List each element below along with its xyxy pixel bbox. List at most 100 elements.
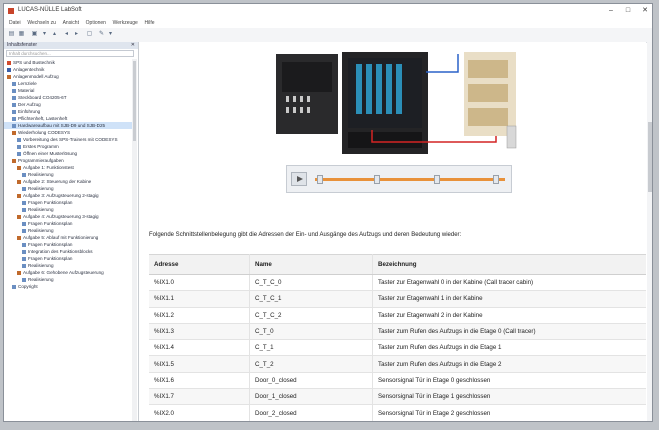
page-icon xyxy=(17,193,21,198)
table-row: %IX1.0 C_T_C_0 Taster zur Etagenwahl 0 in … xyxy=(149,274,646,292)
cell-bezeichnung: Taster zum Rufen des Aufzugs in die Etag… xyxy=(372,323,646,341)
page-icon xyxy=(17,165,21,170)
tree-item-label: Anlagenmodell Aufzug xyxy=(13,74,59,79)
tree-item[interactable]: Aufgabe 1: Funktionstest xyxy=(4,164,132,171)
tree-item[interactable]: Copyright xyxy=(4,283,132,290)
tree-item[interactable]: Erstes Programm xyxy=(4,143,132,150)
menu-ansicht[interactable]: Ansicht xyxy=(63,18,79,28)
tree-item[interactable]: Einführung xyxy=(4,108,132,115)
cell-name: C_T_1 xyxy=(249,339,373,357)
cell-adresse: %IX1.2 xyxy=(149,307,250,324)
forward-icon[interactable]: ▸ xyxy=(73,31,80,38)
close-button[interactable]: ✕ xyxy=(639,6,651,16)
tree-item[interactable]: Anlagentechnik xyxy=(4,66,132,73)
tree-item[interactable]: Integration des Funktionsblocks xyxy=(4,248,132,255)
sidebar-scrollbar[interactable] xyxy=(132,59,137,421)
tree-item[interactable]: Realisierung xyxy=(4,171,132,178)
sidebar-scroll-thumb[interactable] xyxy=(133,61,136,141)
tree-item-label: Einführung xyxy=(18,109,41,114)
play-button[interactable] xyxy=(291,172,307,186)
cell-adresse: %IX1.1 xyxy=(149,290,250,308)
menu-werkzeuge[interactable]: Werkzeuge xyxy=(113,18,138,28)
tree-item-label: Aufgabe 3: Aufzugsteuerung 2-stagig xyxy=(23,193,99,198)
tree-item[interactable]: Fragen Funktionsplan xyxy=(4,199,132,206)
cell-adresse: %IX1.0 xyxy=(149,274,250,292)
minimize-button[interactable]: – xyxy=(605,6,617,16)
table-row: %IX1.4 C_T_1 Taster zum Rufen des Aufzugs … xyxy=(149,339,646,357)
tree-item[interactable]: Realisierung xyxy=(4,206,132,213)
menu-wechseln-zu[interactable]: Wechseln zu xyxy=(27,18,56,28)
page-icon xyxy=(17,144,21,149)
page-icon xyxy=(22,277,26,282)
maximize-button[interactable]: □ xyxy=(622,6,634,16)
page-icon xyxy=(17,179,21,184)
timeline-marker[interactable] xyxy=(493,175,499,184)
media-player xyxy=(286,165,512,193)
grid-icon[interactable]: ▦ xyxy=(18,31,25,38)
tree-item[interactable]: Hardwareaufbau mit SJB-D9 und SJB-D25 xyxy=(4,122,132,129)
tree-item[interactable]: Fragen Funktionsplan xyxy=(4,241,132,248)
pen-icon[interactable]: ✎ xyxy=(98,31,105,38)
tree-item[interactable]: Programmieraufgaben xyxy=(4,157,132,164)
cell-adresse: %IX1.5 xyxy=(149,355,250,373)
tree-item[interactable]: Der Aufzug xyxy=(4,101,132,108)
cell-name: C_T_C_1 xyxy=(249,290,373,308)
print-icon[interactable]: ▣ xyxy=(31,31,38,38)
tree-item[interactable]: Material xyxy=(4,87,132,94)
tree-item[interactable]: Fragen Funktionsplan xyxy=(4,255,132,262)
sidebar-close-icon[interactable]: ✕ xyxy=(131,42,135,49)
nav-up-icon[interactable]: ▴ xyxy=(51,31,58,38)
tree-item-label: Realisierung xyxy=(28,186,54,191)
nav-down-icon[interactable]: ▾ xyxy=(41,31,48,38)
timeline-track[interactable] xyxy=(315,178,505,181)
tree-item[interactable]: Realisierung xyxy=(4,185,132,192)
tree-item[interactable]: Pflichtenheft, Lastenheft xyxy=(4,115,132,122)
timeline-handle[interactable] xyxy=(317,175,323,184)
content-scrollbar[interactable] xyxy=(647,42,652,421)
table-row: %IX1.5 C_T_2 Taster zum Rufen des Aufzugs … xyxy=(149,355,646,373)
tree-item[interactable]: Fragen Funktionsplan xyxy=(4,220,132,227)
tree-item-label: Aufgabe 6: Gehobene Aufzugsteuerung xyxy=(23,270,104,275)
tree-item[interactable]: Aufgabe 5: Ablauf mit Funktionierung xyxy=(4,234,132,241)
tree-item[interactable]: SPS und Bustechnik xyxy=(4,59,132,66)
app-window: LUCAS-NÜLLE LabSoft – □ ✕ Datei Wechseln… xyxy=(3,3,653,422)
tree-item[interactable]: Aufgabe 2: Steuerung der Kabine xyxy=(4,178,132,185)
menu-datei[interactable]: Datei xyxy=(9,18,21,28)
page-icon xyxy=(12,123,16,128)
tree-item[interactable]: Realisierung xyxy=(4,276,132,283)
menu-hilfe[interactable]: Hilfe xyxy=(145,18,155,28)
timeline-marker[interactable] xyxy=(374,175,380,184)
page-icon xyxy=(12,102,16,107)
sidebar-toggle-icon[interactable]: ▤ xyxy=(8,31,15,38)
back-icon[interactable]: ◂ xyxy=(63,31,70,38)
content-scroll-thumb[interactable] xyxy=(648,122,652,192)
screenshot-icon[interactable]: ▢ xyxy=(86,31,93,38)
tree-item[interactable]: Vorbereitung des SPS-Trainers mit CODESY… xyxy=(4,136,132,143)
cell-name: C_T_C_0 xyxy=(249,274,373,292)
page-icon xyxy=(7,74,11,79)
tree-item[interactable]: Steckboard CO4205-6T xyxy=(4,94,132,101)
tree-item[interactable]: Aufgabe 6: Gehobene Aufzugsteuerung xyxy=(4,269,132,276)
tree-item-label: Lernziele xyxy=(18,81,37,86)
tree-item[interactable]: Realisierung xyxy=(4,262,132,269)
tree-item[interactable]: Realisierung xyxy=(4,227,132,234)
window-title: LUCAS-NÜLLE LabSoft xyxy=(18,7,82,13)
menu-optionen[interactable]: Optionen xyxy=(86,18,106,28)
tree-item-label: Der Aufzug xyxy=(18,102,41,107)
tree-item[interactable]: Anlagenmodell Aufzug xyxy=(4,73,132,80)
timeline-marker[interactable] xyxy=(434,175,440,184)
tree-item-label: Pflichtenheft, Lastenheft xyxy=(18,116,68,121)
tree-item[interactable]: Wiederholung CODESYS xyxy=(4,129,132,136)
page-icon xyxy=(7,67,11,72)
tree-item[interactable]: Aufgabe 4: Aufzugsteuerung 3-stagig xyxy=(4,213,132,220)
dropdown-icon[interactable]: ▾ xyxy=(107,31,114,38)
tree-item-label: Integration des Funktionsblocks xyxy=(28,249,93,254)
tree-item-label: Realisierung xyxy=(28,228,54,233)
cell-bezeichnung: Sensorsignal Tür in Etage 1 geschlossen xyxy=(372,388,646,406)
tree-item[interactable]: Lernziele xyxy=(4,80,132,87)
page-icon xyxy=(22,228,26,233)
tree-item[interactable]: Öffnen einer Musterlösung xyxy=(4,150,132,157)
page-icon xyxy=(12,109,16,114)
sidebar-search-input[interactable]: Inhalt durchsuchen... xyxy=(6,50,134,57)
tree-item[interactable]: Aufgabe 3: Aufzugsteuerung 2-stagig xyxy=(4,192,132,199)
